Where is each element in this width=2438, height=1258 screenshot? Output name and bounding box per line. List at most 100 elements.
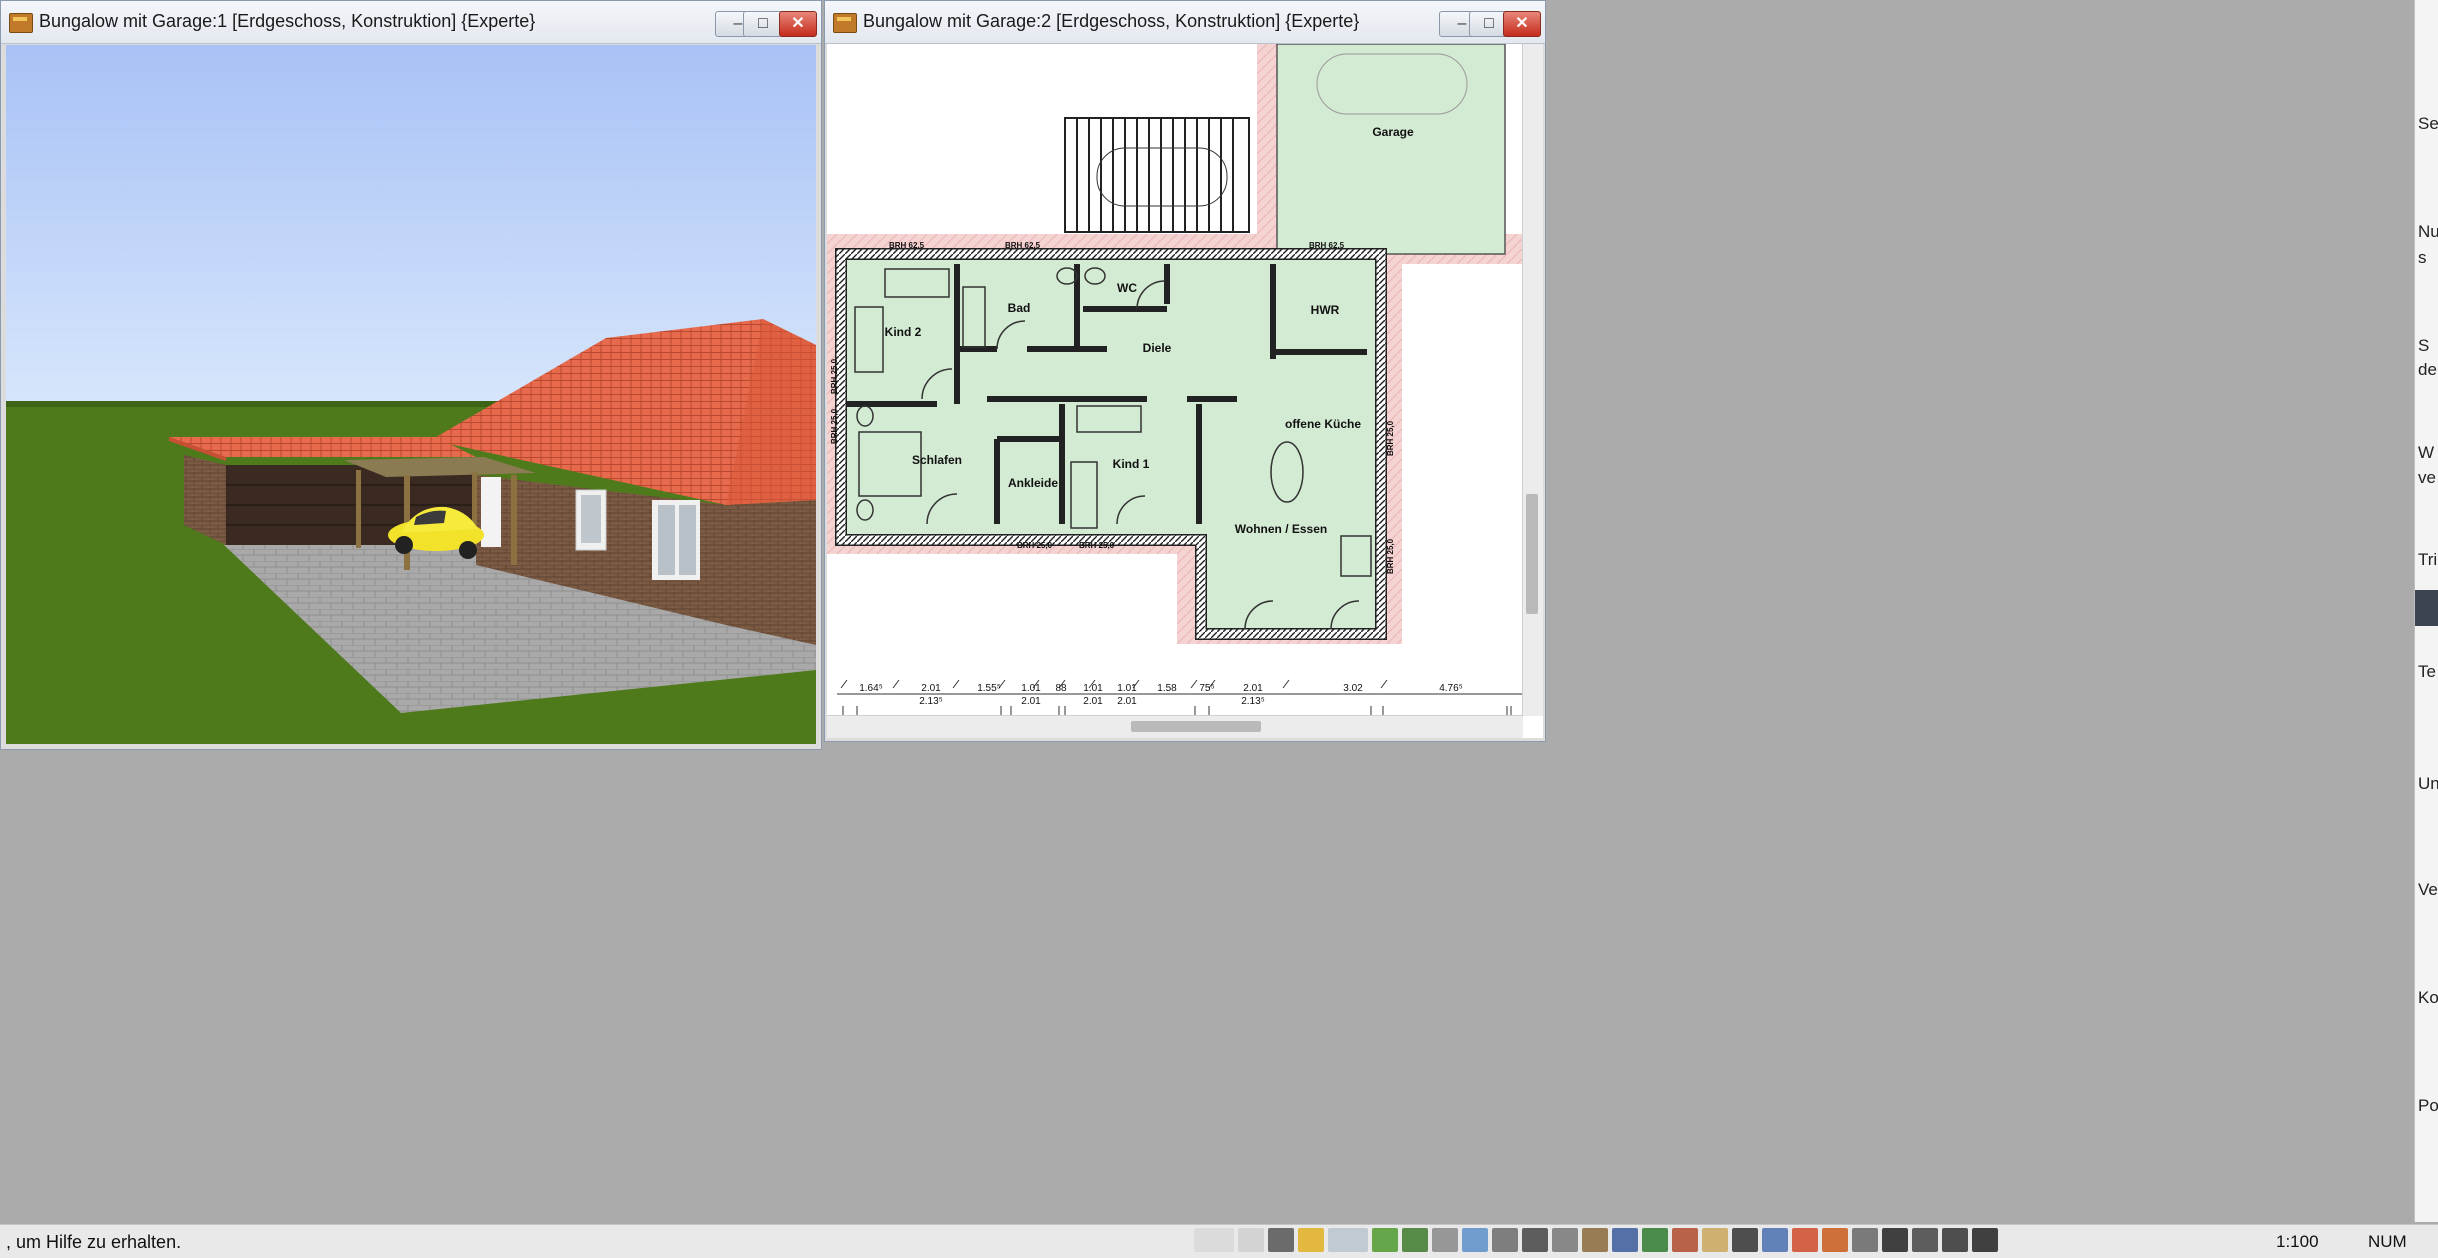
room-label-diele: Diele: [1143, 341, 1172, 355]
panel-handle[interactable]: [2415, 590, 2438, 626]
brh-label: BRH 62,5: [889, 241, 925, 250]
dimension-label: 2.13⁵: [1241, 696, 1265, 707]
terrain-icon[interactable]: [1372, 1228, 1398, 1252]
panel-label[interactable]: Ko: [2418, 988, 2438, 1008]
room-label-ankleide: Ankleide: [1008, 476, 1058, 490]
room-label-wohnen-essen: Wohnen / Essen: [1235, 522, 1327, 536]
brh-label: BRH 25,0: [1017, 541, 1053, 550]
footsteps-icon[interactable]: [1522, 1228, 1548, 1252]
panel-label[interactable]: Te: [2418, 662, 2436, 682]
chair-icon[interactable]: [1612, 1228, 1638, 1252]
panel-label[interactable]: Tri: [2418, 550, 2437, 570]
dimension-label: 4.76⁵: [1439, 683, 1463, 694]
panel-label[interactable]: S: [2418, 336, 2429, 356]
window-icon[interactable]: [1762, 1228, 1788, 1252]
panel-label[interactable]: Po: [2418, 1096, 2438, 1116]
brh-label: BRH 25,0: [830, 408, 839, 444]
panel-label[interactable]: Un: [2418, 774, 2438, 794]
room-label-bad: Bad: [1008, 301, 1031, 315]
horizontal-scrollbar[interactable]: [827, 715, 1523, 738]
dimension-label: 2.01: [1021, 696, 1041, 707]
dimension-icon[interactable]: [1852, 1228, 1878, 1252]
dimension-label: 3.02: [1343, 683, 1363, 694]
3d-scene: [6, 45, 816, 744]
camera-icon[interactable]: [1972, 1228, 1998, 1252]
vertical-scroll-thumb[interactable]: [1526, 494, 1538, 614]
dimension-label: 1.01: [1083, 683, 1103, 694]
room-label-schlafen: Schlafen: [912, 453, 962, 467]
status-message: , um Hilfe zu erhalten.: [6, 1232, 182, 1252]
vertical-scrollbar[interactable]: [1522, 44, 1543, 716]
trim-icon[interactable]: [1702, 1228, 1728, 1252]
texture-icon[interactable]: [1402, 1228, 1428, 1252]
close-button[interactable]: ✕: [779, 11, 817, 37]
dimension-label: 1.55⁵: [977, 683, 1001, 694]
panel-label[interactable]: Nu: [2418, 222, 2438, 242]
pencil-icon[interactable]: [1298, 1228, 1324, 1252]
dormer-icon[interactable]: [1672, 1228, 1698, 1252]
light-icon[interactable]: [1732, 1228, 1758, 1252]
symbol-icon[interactable]: [1492, 1228, 1518, 1252]
dimension-label: 2.01: [1083, 696, 1103, 707]
num-lock-indicator: NUM: [2368, 1232, 2407, 1251]
panel-label[interactable]: de: [2418, 360, 2437, 380]
hatch-icon[interactable]: [1432, 1228, 1458, 1252]
window-floor-plan[interactable]: Bungalow mit Garage:2 [Erdgeschoss, Kons…: [824, 0, 1546, 742]
catalog-icon[interactable]: [1194, 1228, 1234, 1252]
roof-icon[interactable]: [1552, 1228, 1578, 1252]
dimension-label: 1.58: [1157, 683, 1177, 694]
titlebar[interactable]: Bungalow mit Garage:1 [Erdgeschoss, Kons…: [1, 1, 821, 44]
window-title: Bungalow mit Garage:1 [Erdgeschoss, Kons…: [39, 11, 536, 31]
right-side-panel[interactable]: Se Nu s S de W ve Tri Te Un Ve Ko Po: [2414, 0, 2438, 1222]
dimension-label: 2.01: [921, 683, 941, 694]
room-label-hwr: HWR: [1311, 303, 1340, 317]
wall-icon[interactable]: [1238, 1228, 1264, 1252]
room-label-wc: WC: [1117, 281, 1137, 295]
dimension-label: 88: [1055, 683, 1067, 694]
dimension-label: 1.64⁵: [859, 683, 883, 694]
panel-label[interactable]: s: [2418, 248, 2427, 268]
brh-label: BRH 25,0: [1386, 538, 1395, 574]
brh-label: BRH 62,5: [1309, 241, 1345, 250]
maximize-button[interactable]: □: [743, 11, 783, 37]
brh-label: BRH 25,0: [1386, 420, 1395, 456]
panel-label[interactable]: Ve: [2418, 880, 2438, 900]
app-icon: [833, 13, 857, 33]
brh-label: BRH 25,0: [830, 358, 839, 394]
tree-icon[interactable]: [1642, 1228, 1668, 1252]
floor-plan-drawing: Garage WC Bad Kind 2 HWR Diele offene Kü…: [827, 44, 1525, 718]
color-icon[interactable]: [1792, 1228, 1818, 1252]
3d-icon[interactable]: [1822, 1228, 1848, 1252]
plan-viewport[interactable]: Garage WC Bad Kind 2 HWR Diele offene Kü…: [827, 44, 1543, 738]
panel-label[interactable]: Se: [2418, 114, 2438, 134]
dimension-label: 1.01: [1021, 683, 1041, 694]
dimension-label: 1.01: [1117, 683, 1137, 694]
north-arrow-icon[interactable]: [1942, 1228, 1968, 1252]
app-icon: [9, 13, 33, 33]
panel-label[interactable]: ve: [2418, 468, 2436, 488]
titlebar[interactable]: Bungalow mit Garage:2 [Erdgeschoss, Kons…: [825, 1, 1545, 44]
scale-label[interactable]: 1:100: [2276, 1232, 2319, 1252]
panel-label[interactable]: W: [2418, 443, 2434, 463]
dimension-label: 2.13⁵: [919, 696, 943, 707]
dimension-label: 2.01: [1243, 683, 1263, 694]
3d-viewport[interactable]: [6, 45, 816, 744]
slab-icon[interactable]: [1328, 1228, 1368, 1252]
furniture-icon[interactable]: [1582, 1228, 1608, 1252]
close-button[interactable]: ✕: [1503, 11, 1541, 37]
room-label-offene-kueche: offene Küche: [1285, 417, 1361, 431]
5m-icon[interactable]: [1912, 1228, 1938, 1252]
stairs-icon[interactable]: [1462, 1228, 1488, 1252]
horizontal-scroll-thumb[interactable]: [1131, 721, 1261, 732]
window-3d-view[interactable]: Bungalow mit Garage:1 [Erdgeschoss, Kons…: [0, 0, 822, 750]
grid-icon[interactable]: [1268, 1228, 1294, 1252]
text-abc-icon[interactable]: [1882, 1228, 1908, 1252]
room-label-kind1: Kind 1: [1113, 457, 1150, 471]
brh-label: BRH 62,5: [1005, 241, 1041, 250]
room-label-kind2: Kind 2: [885, 325, 922, 339]
dimension-label: 2.01: [1117, 696, 1137, 707]
brh-label: BRH 25,0: [1079, 541, 1115, 550]
room-label-garage: Garage: [1372, 125, 1414, 139]
window-title: Bungalow mit Garage:2 [Erdgeschoss, Kons…: [863, 11, 1360, 31]
dimension-label: 75⁵: [1199, 683, 1214, 694]
